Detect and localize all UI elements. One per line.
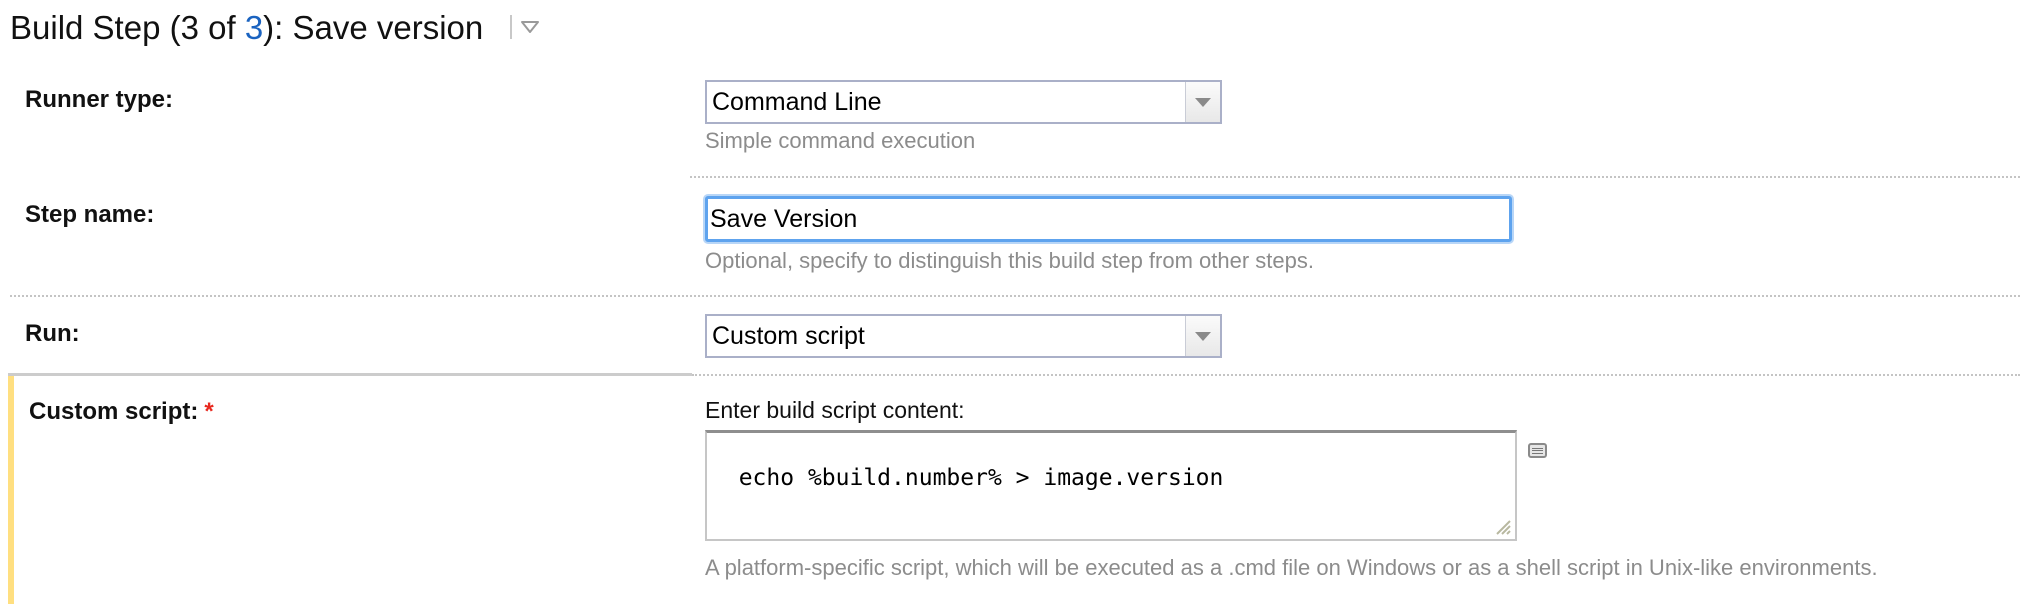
resize-handle-icon[interactable] — [1493, 517, 1511, 535]
step-menu-button[interactable] — [510, 15, 540, 40]
page-title: Build Step (3 of 3): Save version — [10, 6, 540, 50]
text-editor-icon[interactable] — [1528, 443, 1547, 458]
divider — [10, 295, 2020, 297]
chevron-down-icon — [1195, 97, 1211, 107]
run-value: Custom script — [712, 322, 865, 350]
title-suffix: ): Save version — [263, 9, 484, 46]
run-dropdown-button[interactable] — [1185, 316, 1220, 356]
run-select[interactable]: Custom script — [705, 314, 1222, 358]
icon-line — [1532, 452, 1543, 454]
runner-type-label: Runner type: — [25, 86, 174, 113]
custom-script-value: echo %build.number% > image.version — [738, 465, 1224, 491]
runner-type-select[interactable]: Command Line — [705, 80, 1222, 124]
script-content-label: Enter build script content: — [705, 397, 965, 423]
step-count-link[interactable]: 3 — [245, 9, 263, 46]
runner-type-dropdown-button[interactable] — [1185, 82, 1220, 122]
required-marker: * — [204, 398, 214, 425]
divider — [692, 374, 2020, 376]
custom-script-label: Custom script: * — [29, 398, 214, 426]
run-label: Run: — [25, 320, 80, 347]
highlight-bar — [8, 376, 14, 604]
runner-type-hint: Simple command execution — [705, 128, 976, 153]
step-name-input[interactable]: Save Version — [705, 196, 1512, 242]
chevron-down-icon — [1195, 331, 1211, 341]
icon-line — [1532, 450, 1543, 451]
custom-script-textarea[interactable]: echo %build.number% > image.version — [705, 430, 1517, 541]
custom-script-label-text: Custom script: — [29, 398, 199, 425]
custom-script-hint: A platform-specific script, which will b… — [705, 555, 1878, 580]
runner-type-value: Command Line — [712, 88, 882, 116]
step-name-hint: Optional, specify to distinguish this bu… — [705, 248, 1314, 273]
title-separator — [510, 15, 513, 40]
title-prefix: Build Step (3 of — [10, 9, 245, 46]
icon-line — [1532, 447, 1543, 449]
triangle-down-icon — [521, 21, 540, 34]
divider — [8, 373, 692, 376]
step-name-label: Step name: — [25, 201, 155, 228]
divider — [690, 176, 2020, 178]
